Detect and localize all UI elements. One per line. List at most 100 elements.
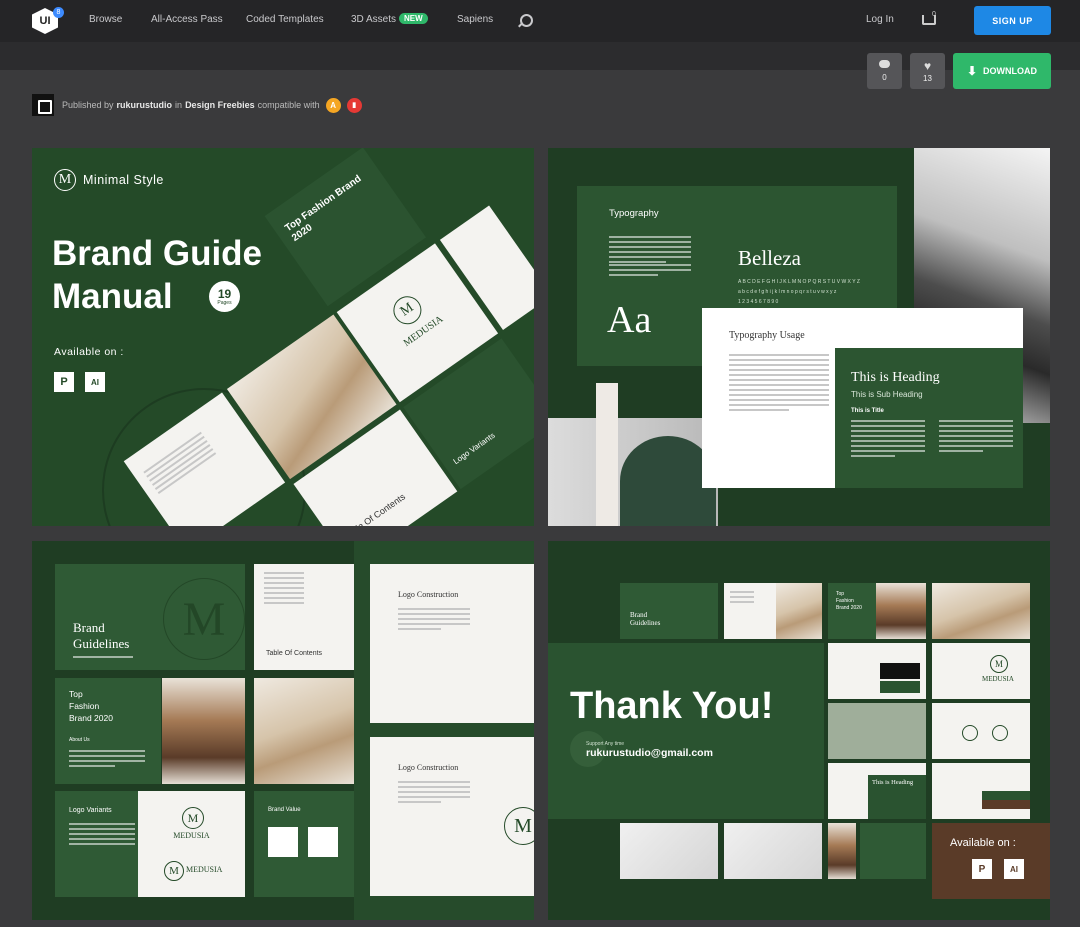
page-about-text: About Us — [69, 737, 90, 743]
published-by-text: Published by — [62, 100, 114, 110]
page-brand-text: Brand — [73, 620, 105, 635]
construction-title-1: Logo Construction — [398, 590, 459, 599]
thumb-wardrobe-photo — [876, 583, 926, 639]
thank-you-text: Thank You! — [570, 685, 774, 727]
page-brand-value: Brand Value — [254, 791, 354, 897]
signup-button[interactable]: SIGN UP — [974, 6, 1051, 35]
construction-lines-2 — [398, 781, 470, 806]
page-m-logo-icon: M — [163, 578, 245, 660]
preview-typography[interactable]: Typography Belleza A B C D E F G H I J K… — [548, 148, 1050, 526]
powerpoint-icon: P — [54, 372, 74, 392]
aa-sample: Aa — [607, 299, 652, 341]
thank-you-slide: Thank You! Support Any time rukurustudio… — [548, 643, 824, 819]
thumb-medusia-icon: M — [990, 655, 1008, 673]
thumb-guidelines-text: Guidelines — [630, 619, 661, 627]
page-about-lines — [69, 750, 145, 770]
nav-coded-templates[interactable]: Coded Templates — [246, 14, 324, 25]
thumb-portrait — [828, 823, 856, 879]
thumb-logo-green-box — [880, 681, 920, 693]
thumb-toc-photo — [776, 583, 822, 639]
card-medusia-text: MEDUSIA — [401, 313, 446, 349]
thumb-brand-guidelines: Brand Guidelines — [620, 583, 718, 639]
page-logo-construction-1: Logo Construction — [370, 564, 534, 723]
construction-lines-1 — [398, 608, 470, 633]
page-photo-wardrobe — [162, 678, 245, 784]
thumb-toc-lines — [730, 591, 754, 606]
page-toc-lines — [264, 572, 304, 607]
publisher-line: Published by rukurustudio in Design Free… — [32, 94, 362, 116]
heading-sample: This is Heading This is Sub Heading This… — [835, 348, 1023, 488]
alphabet-upper: A B C D E F G H I J K L M N O P Q R S T … — [738, 279, 860, 285]
thumb-fashion-text: Fashion — [836, 598, 854, 604]
search-icon[interactable] — [520, 14, 533, 27]
card-logo-variants-text: Logo Variants — [451, 430, 497, 467]
card-toc-text: Table Of Contents — [342, 491, 408, 526]
likes-count: 13 — [923, 73, 932, 83]
card-list-lines — [143, 431, 218, 497]
thumb-gray-1 — [620, 823, 718, 879]
value-box-1 — [268, 827, 298, 857]
thumb-colors — [932, 763, 1030, 819]
heading-body-1 — [851, 420, 925, 460]
construction-m-icon: M — [504, 807, 534, 845]
logo-text: UI — [39, 15, 51, 27]
page-toc-text: Table Of Contents — [266, 650, 323, 657]
like-button[interactable]: ♥ 13 — [910, 53, 945, 89]
new-badge: NEW — [399, 13, 428, 24]
email-text: rukurustudio@gmail.com — [586, 747, 713, 759]
download-button[interactable]: ⬇ DOWNLOAD — [953, 53, 1051, 89]
available-block: Available on : P AI — [932, 823, 1050, 899]
medusia-text-2: MEDUSIA — [186, 865, 223, 874]
page-toc: Table Of Contents — [254, 564, 354, 670]
medusia-logo-icon-2: M — [164, 861, 184, 881]
thumb-medusia: M MEDUSIA — [932, 643, 1030, 699]
download-label: DOWNLOAD — [983, 66, 1038, 76]
nav-sapiens[interactable]: Sapiens — [457, 14, 493, 25]
page-medusia-logos: M MEDUSIA M MEDUSIA — [138, 791, 245, 897]
thumb-logos-icon-1 — [962, 725, 978, 741]
category-link[interactable]: Design Freebies — [185, 100, 255, 110]
page-photo-dried — [254, 678, 354, 784]
available-label: Available on : — [54, 346, 124, 358]
thumb-logo-black-box — [880, 663, 920, 679]
page-brand-sub — [73, 656, 133, 661]
thumb-rack-photo — [828, 703, 926, 759]
preview-brand-guide[interactable]: M Minimal Style Brand Guide Manual 19 Pa… — [32, 148, 534, 526]
powerpoint-icon-2: P — [972, 859, 992, 879]
preview-thank-you[interactable]: Brand Guidelines Top Fashion Brand 2020 … — [548, 541, 1050, 920]
thumb-logos-icon-2 — [992, 725, 1008, 741]
construction-title-2: Logo Construction — [398, 763, 459, 772]
nav-3d-assets[interactable]: 3D Assets NEW — [351, 13, 428, 25]
preview-pages[interactable]: M Brand Guidelines Table Of Contents Top… — [32, 541, 534, 920]
subheading-sample-text: This is Sub Heading — [851, 390, 923, 399]
page-fashion-text: Fashion — [69, 701, 100, 711]
thumb-green-end — [860, 823, 926, 879]
usage-title: Typography Usage — [729, 330, 805, 341]
brand-label: Minimal Style — [83, 173, 164, 187]
page-guidelines-text: Guidelines — [73, 636, 130, 651]
publisher-avatar[interactable] — [32, 94, 54, 116]
nav-browse[interactable]: Browse — [89, 14, 122, 25]
title-sample-text: This is Title — [851, 408, 884, 414]
comment-icon — [879, 60, 890, 68]
comments-button[interactable]: 0 — [867, 53, 902, 89]
in-text: in — [175, 100, 183, 110]
download-icon: ⬇ — [966, 64, 978, 78]
nav-3d-assets-label: 3D Assets — [351, 14, 397, 25]
alphabet-lower: a b c d e f g h i j k l m n o p q r s t … — [738, 289, 837, 295]
page-top-fashion: Top Fashion Brand 2020 About Us — [55, 678, 161, 784]
page-logo-variants-text: Logo Variants — [69, 807, 112, 814]
cart-count: 0 — [932, 11, 936, 18]
heart-icon: ♥ — [923, 58, 932, 73]
diagonal-collage: Top Fashion Brand 2020 M MEDUSIA Table O… — [96, 148, 534, 526]
thumb-brand-text: Brand — [630, 611, 648, 619]
heading-sample-text: This is Heading — [851, 370, 940, 385]
numbers-row: 1 2 3 4 5 6 7 8 9 0 — [738, 299, 779, 305]
thumb-toc — [724, 583, 822, 639]
login-link[interactable]: Log In — [866, 14, 894, 25]
page-brand-2020-text: Brand 2020 — [69, 713, 113, 723]
nav-all-access-pass[interactable]: All-Access Pass — [151, 14, 223, 25]
logo-badge: 8 — [53, 7, 64, 18]
compatible-text: compatible with — [257, 100, 320, 110]
author-link[interactable]: rukurustudio — [117, 100, 173, 110]
